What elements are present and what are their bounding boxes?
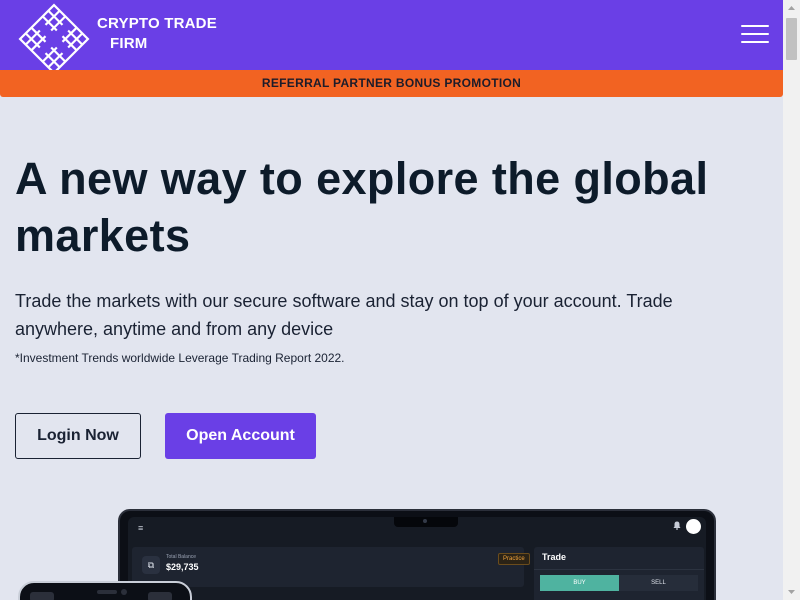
phone-mockup	[18, 581, 192, 600]
hero-subtitle: Trade the markets with our secure softwa…	[15, 291, 673, 339]
open-account-button[interactable]: Open Account	[165, 413, 316, 459]
site-header: CRYPTO TRADE FIRM	[0, 0, 783, 75]
divider	[534, 569, 704, 570]
phone-speaker	[97, 590, 117, 594]
phone-camera	[121, 589, 127, 595]
phone-status-left	[30, 592, 54, 600]
login-button[interactable]: Login Now	[15, 413, 141, 459]
phone-status-right	[148, 592, 172, 600]
trade-panel: Trade BUY SELL	[534, 547, 704, 600]
scrollbar-thumb[interactable]	[786, 18, 797, 60]
tablet-notch	[394, 517, 458, 527]
balance-card: ⧉ Total Balance $29,735 Practice	[132, 547, 530, 587]
scroll-down-arrow-icon[interactable]	[783, 583, 800, 600]
logo-wordmark[interactable]: CRYPTO TRADE FIRM	[97, 14, 217, 54]
practice-badge: Practice	[498, 553, 530, 565]
menu-icon: ≡	[138, 523, 144, 533]
balance-label: Total Balance	[166, 554, 197, 560]
wallet-icon: ⧉	[142, 556, 160, 574]
tablet-screen: ≡ ⧉ Total Balance $29,735 Practice Trade…	[128, 517, 706, 600]
tablet-mockup: ≡ ⧉ Total Balance $29,735 Practice Trade…	[118, 509, 716, 600]
hero-footnote: *Investment Trends worldwide Leverage Tr…	[15, 351, 345, 365]
sell-button: SELL	[619, 575, 698, 591]
logo-icon[interactable]	[16, 2, 92, 75]
bell-icon	[673, 521, 681, 532]
hamburger-menu-icon[interactable]	[741, 25, 769, 47]
balance-value: $29,735	[166, 562, 199, 572]
trade-title: Trade	[542, 552, 567, 562]
promo-banner[interactable]: REFERRAL PARTNER BONUS PROMOTION	[0, 70, 783, 97]
avatar	[686, 519, 701, 534]
page-scrollbar[interactable]	[783, 0, 800, 600]
logo-line-2: FIRM	[110, 35, 148, 52]
buy-button: BUY	[540, 575, 619, 591]
logo-line-1: CRYPTO TRADE	[97, 15, 217, 32]
hero-title: A new way to explore the global markets	[15, 153, 709, 261]
scroll-up-arrow-icon[interactable]	[783, 0, 800, 17]
